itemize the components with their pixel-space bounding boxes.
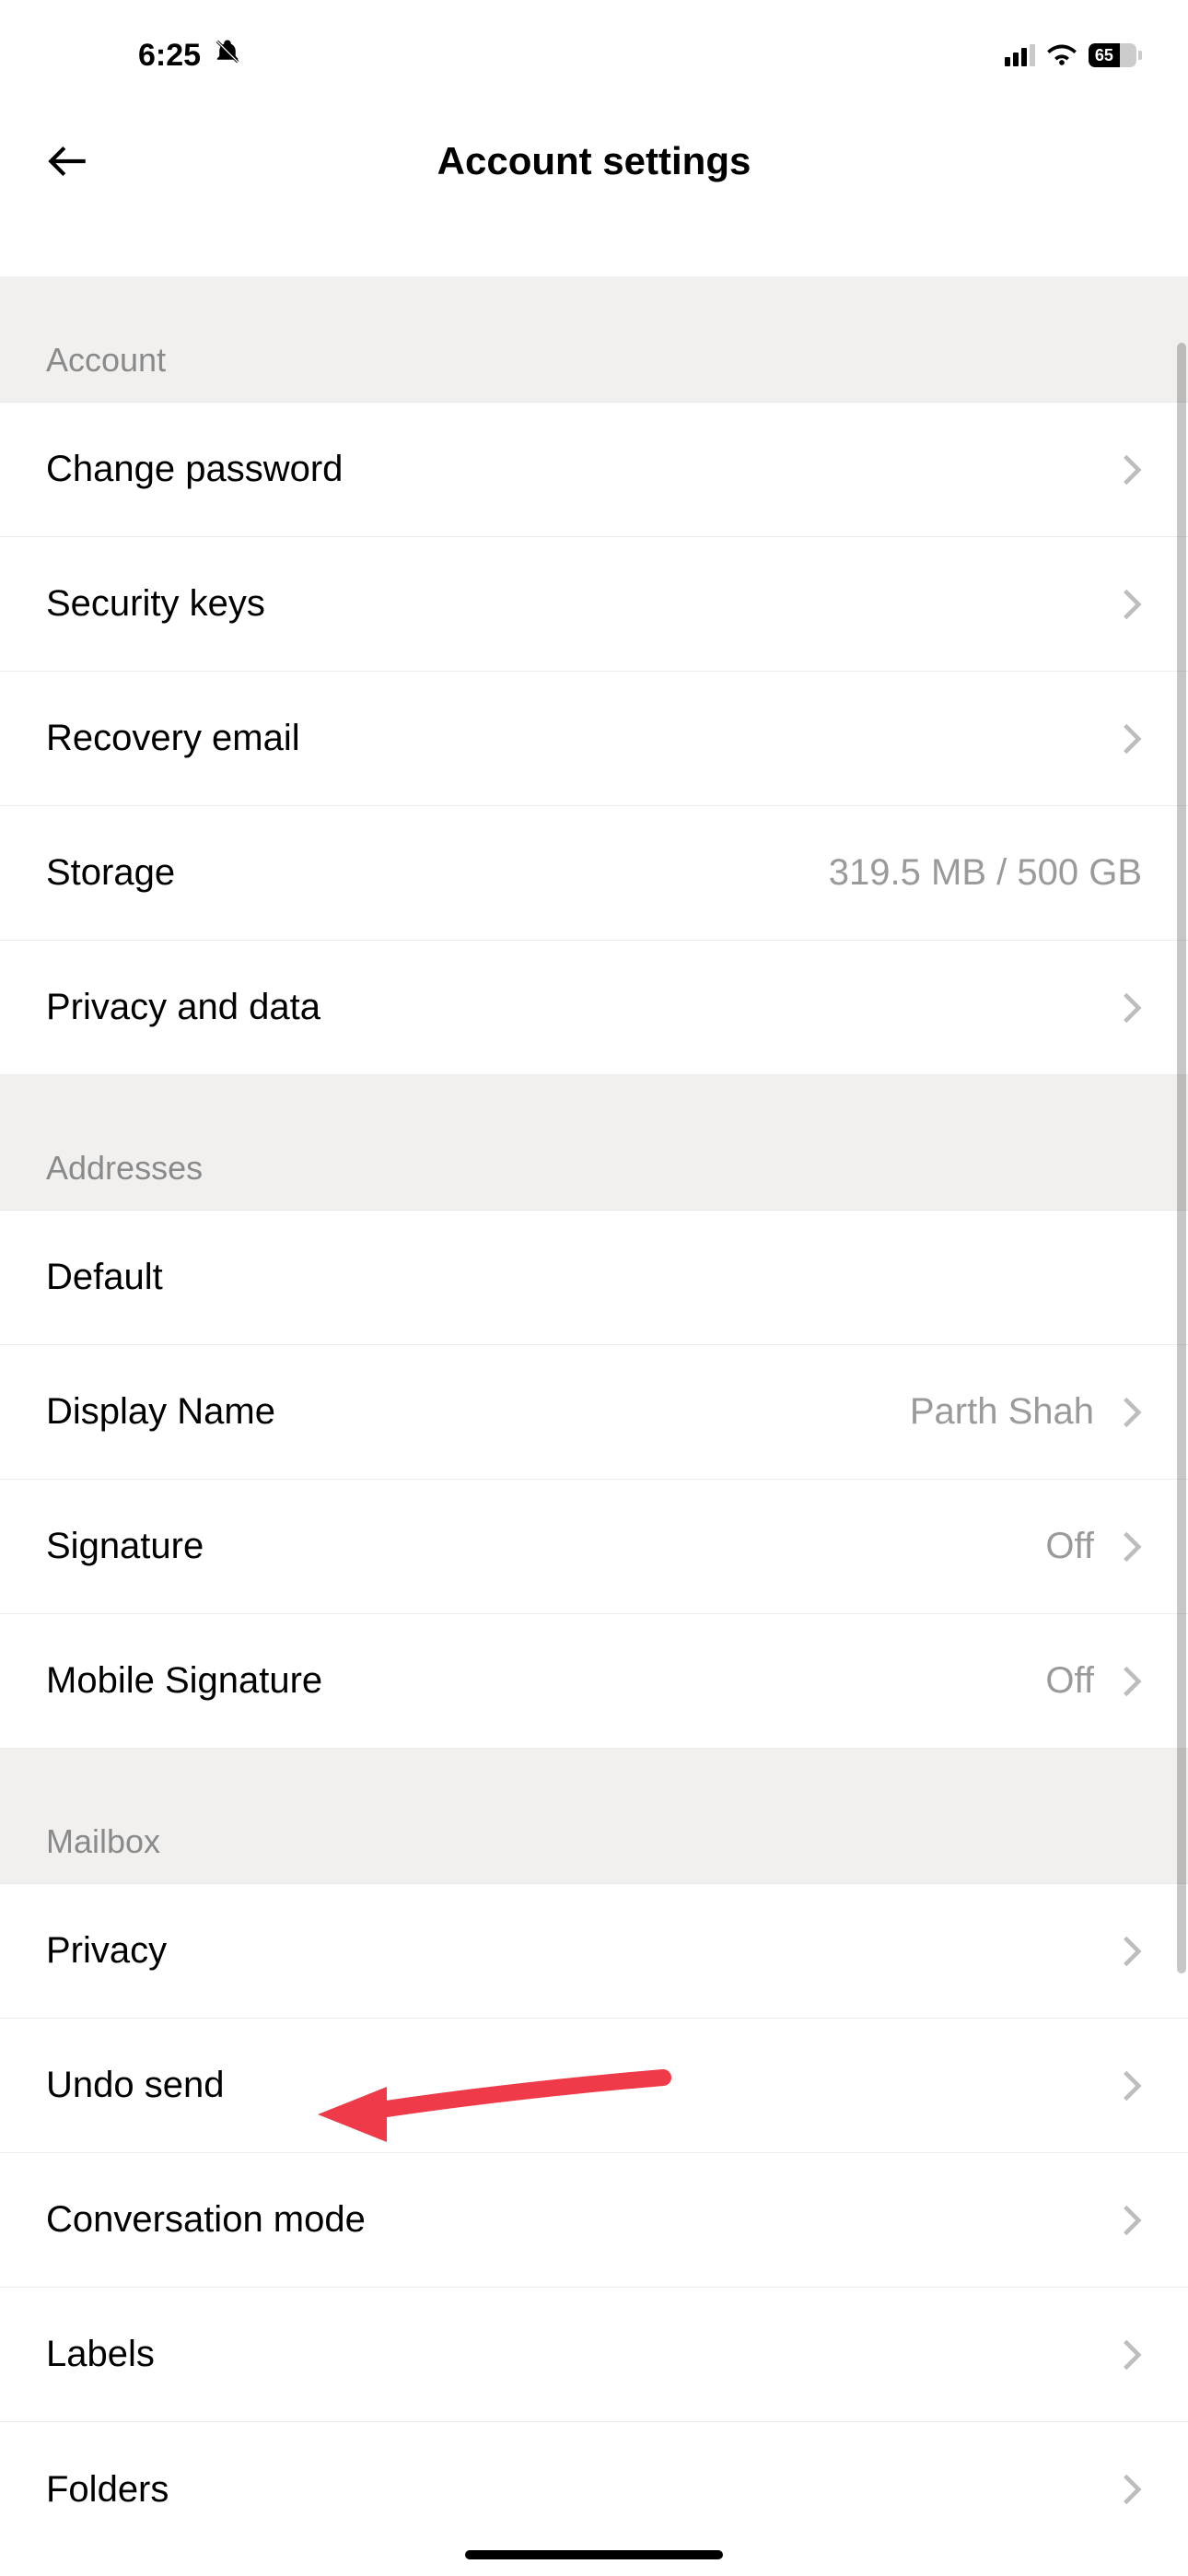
row-label: Folders <box>46 2469 1122 2511</box>
header: Account settings <box>0 111 1188 212</box>
content: Account Change password Security keys Re… <box>0 276 1188 2576</box>
row-privacy[interactable]: Privacy <box>0 1884 1188 2019</box>
row-mobile-signature[interactable]: Mobile Signature Off <box>0 1614 1188 1749</box>
mobile-signature-value: Off <box>1045 1660 1094 1702</box>
status-right: 65 <box>1005 38 1142 74</box>
row-undo-send[interactable]: Undo send <box>0 2019 1188 2153</box>
section-header-account: Account <box>0 276 1188 403</box>
row-label: Default <box>46 1257 755 1298</box>
status-bar: 6:25 65 <box>0 0 1188 111</box>
chevron-right-icon <box>1122 2337 1142 2372</box>
arrow-left-icon <box>45 138 91 184</box>
row-default-address[interactable]: Default <box>0 1211 1188 1345</box>
chevron-right-icon <box>1122 2203 1142 2238</box>
row-conversation-mode[interactable]: Conversation mode <box>0 2153 1188 2288</box>
row-label: Display Name <box>46 1391 910 1433</box>
cellular-signal-icon <box>1005 44 1035 66</box>
row-label: Change password <box>46 449 1122 490</box>
row-label: Undo send <box>46 2065 1122 2106</box>
page-title: Account settings <box>437 139 751 183</box>
chevron-right-icon <box>1122 1934 1142 1969</box>
chevron-right-icon <box>1122 587 1142 622</box>
status-time: 6:25 <box>138 38 201 74</box>
row-signature[interactable]: Signature Off <box>0 1480 1188 1614</box>
row-label: Recovery email <box>46 718 1122 759</box>
row-label: Signature <box>46 1526 1045 1567</box>
signature-value: Off <box>1045 1526 1094 1567</box>
row-display-name[interactable]: Display Name Parth Shah <box>0 1345 1188 1480</box>
back-button[interactable] <box>41 134 96 189</box>
chevron-right-icon <box>1122 2068 1142 2103</box>
scroll-indicator[interactable] <box>1177 343 1186 1973</box>
row-storage[interactable]: Storage 319.5 MB / 500 GB <box>0 806 1188 941</box>
row-label: Storage <box>46 852 829 894</box>
row-labels[interactable]: Labels <box>0 2288 1188 2422</box>
silent-icon <box>214 38 241 74</box>
section-header-mailbox: Mailbox <box>0 1749 1188 1884</box>
row-recovery-email[interactable]: Recovery email <box>0 672 1188 806</box>
row-label: Privacy and data <box>46 987 1122 1028</box>
chevron-right-icon <box>1122 452 1142 487</box>
row-security-keys[interactable]: Security keys <box>0 537 1188 672</box>
row-label: Labels <box>46 2334 1122 2375</box>
battery-level: 65 <box>1089 43 1120 67</box>
home-indicator[interactable] <box>465 2550 723 2559</box>
row-label: Mobile Signature <box>46 1660 1045 1702</box>
chevron-right-icon <box>1122 721 1142 756</box>
row-folders[interactable]: Folders <box>0 2422 1188 2557</box>
row-change-password[interactable]: Change password <box>0 403 1188 537</box>
display-name-value: Parth Shah <box>910 1391 1094 1433</box>
battery-icon: 65 <box>1089 43 1142 67</box>
row-label: Security keys <box>46 583 1122 625</box>
chevron-right-icon <box>1122 990 1142 1025</box>
chevron-right-icon <box>1122 2472 1142 2507</box>
chevron-right-icon <box>1122 1529 1142 1564</box>
default-email-value <box>755 1255 1142 1301</box>
chevron-right-icon <box>1122 1395 1142 1430</box>
chevron-right-icon <box>1122 1664 1142 1699</box>
storage-value: 319.5 MB / 500 GB <box>829 852 1142 894</box>
row-privacy-data[interactable]: Privacy and data <box>0 941 1188 1075</box>
wifi-icon <box>1046 38 1077 74</box>
row-label: Conversation mode <box>46 2199 1122 2241</box>
row-label: Privacy <box>46 1930 1122 1972</box>
status-left: 6:25 <box>138 38 241 74</box>
section-header-addresses: Addresses <box>0 1075 1188 1211</box>
